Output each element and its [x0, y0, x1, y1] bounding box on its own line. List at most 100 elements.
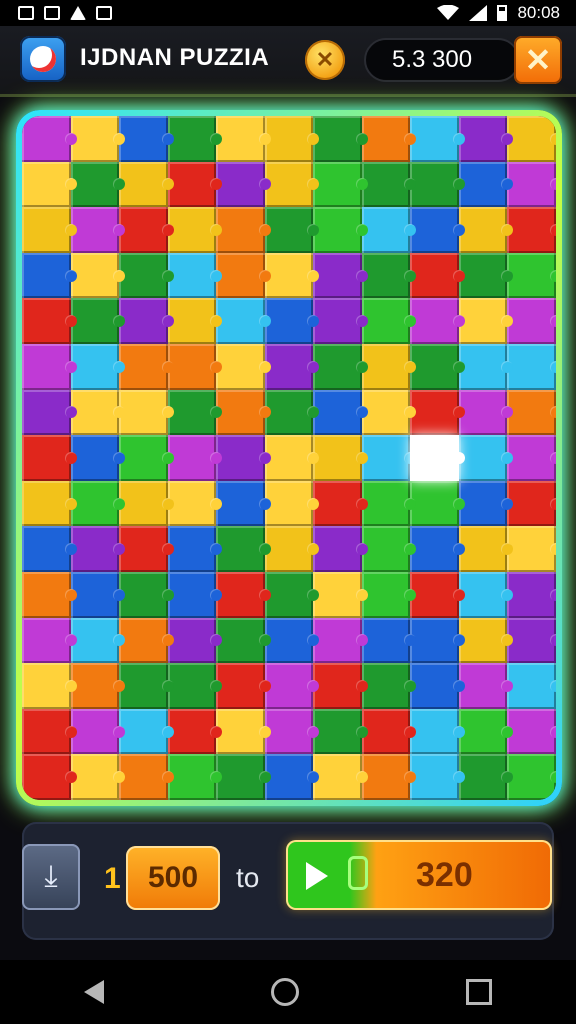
puzzle-piece[interactable]	[70, 298, 125, 344]
puzzle-piece[interactable]	[167, 343, 222, 390]
puzzle-piece[interactable]	[507, 526, 556, 572]
puzzle-piece[interactable]	[313, 708, 368, 755]
puzzle-piece[interactable]	[119, 116, 174, 162]
puzzle-piece[interactable]	[507, 343, 556, 390]
puzzle-piece[interactable]	[361, 617, 416, 664]
puzzle-piece[interactable]	[410, 663, 465, 709]
puzzle-piece[interactable]	[313, 571, 368, 618]
puzzle-piece[interactable]	[458, 571, 513, 618]
puzzle-piece[interactable]	[264, 663, 319, 709]
puzzle-piece[interactable]	[22, 435, 77, 481]
puzzle-piece[interactable]	[264, 207, 319, 253]
puzzle-piece[interactable]	[167, 708, 222, 755]
puzzle-piece[interactable]	[361, 526, 416, 572]
puzzle-piece[interactable]	[507, 435, 556, 481]
puzzle-piece[interactable]	[507, 207, 556, 253]
play-button[interactable]: 320	[286, 840, 552, 910]
puzzle-piece[interactable]	[361, 571, 416, 618]
puzzle-piece[interactable]	[216, 663, 271, 709]
puzzle-piece[interactable]	[361, 161, 416, 208]
puzzle-piece[interactable]	[458, 754, 513, 800]
puzzle-piece[interactable]	[507, 161, 556, 208]
puzzle-piece[interactable]	[458, 298, 513, 344]
puzzle-piece[interactable]	[22, 298, 77, 344]
puzzle-piece[interactable]	[458, 252, 513, 299]
puzzle-piece[interactable]	[458, 389, 513, 436]
puzzle-piece[interactable]	[313, 480, 368, 527]
puzzle-piece[interactable]	[458, 617, 513, 664]
puzzle-piece[interactable]	[167, 571, 222, 618]
puzzle-piece[interactable]	[216, 298, 271, 344]
puzzle-piece[interactable]	[216, 754, 271, 800]
puzzle-piece[interactable]	[458, 526, 513, 572]
puzzle-piece[interactable]	[361, 708, 416, 755]
close-button[interactable]: ✕	[514, 36, 562, 84]
puzzle-piece[interactable]	[119, 754, 174, 800]
puzzle-piece[interactable]	[167, 298, 222, 344]
puzzle-piece[interactable]	[70, 161, 125, 208]
puzzle-piece[interactable]	[70, 571, 125, 618]
puzzle-piece[interactable]	[410, 435, 465, 481]
puzzle-piece[interactable]	[264, 252, 319, 299]
puzzle-piece[interactable]	[119, 252, 174, 299]
puzzle-piece[interactable]	[70, 435, 125, 481]
puzzle-piece[interactable]	[167, 663, 222, 709]
puzzle-piece[interactable]	[119, 617, 174, 664]
puzzle-piece[interactable]	[167, 617, 222, 664]
puzzle-piece[interactable]	[216, 617, 271, 664]
puzzle-piece[interactable]	[70, 480, 125, 527]
puzzle-board[interactable]	[22, 116, 556, 800]
puzzle-piece[interactable]	[458, 435, 513, 481]
puzzle-piece[interactable]	[361, 116, 416, 162]
puzzle-piece[interactable]	[410, 480, 465, 527]
puzzle-piece[interactable]	[507, 754, 556, 800]
puzzle-piece[interactable]	[22, 480, 77, 527]
puzzle-piece[interactable]	[264, 435, 319, 481]
puzzle-piece[interactable]	[507, 116, 556, 162]
puzzle-piece[interactable]	[167, 116, 222, 162]
puzzle-piece[interactable]	[264, 754, 319, 800]
puzzle-piece[interactable]	[22, 389, 77, 436]
coin-icon[interactable]: ✕	[305, 40, 345, 80]
puzzle-piece[interactable]	[410, 161, 465, 208]
puzzle-piece[interactable]	[119, 435, 174, 481]
puzzle-piece[interactable]	[70, 252, 125, 299]
puzzle-piece[interactable]	[119, 161, 174, 208]
puzzle-piece[interactable]	[507, 389, 556, 436]
puzzle-piece[interactable]	[22, 708, 77, 755]
hint-button[interactable]: ⤓	[22, 844, 80, 910]
puzzle-piece[interactable]	[313, 298, 368, 344]
puzzle-piece[interactable]	[167, 207, 222, 253]
puzzle-piece[interactable]	[167, 252, 222, 299]
puzzle-piece[interactable]	[361, 435, 416, 481]
puzzle-piece[interactable]	[507, 252, 556, 299]
puzzle-piece[interactable]	[70, 526, 125, 572]
app-logo-icon[interactable]	[20, 36, 66, 82]
puzzle-piece[interactable]	[458, 343, 513, 390]
puzzle-piece[interactable]	[70, 116, 125, 162]
puzzle-piece[interactable]	[507, 663, 556, 709]
puzzle-piece[interactable]	[216, 343, 271, 390]
puzzle-piece[interactable]	[361, 343, 416, 390]
cost-button[interactable]: 500	[126, 846, 220, 910]
puzzle-piece[interactable]	[507, 571, 556, 618]
puzzle-piece[interactable]	[70, 754, 125, 800]
puzzle-piece[interactable]	[167, 480, 222, 527]
puzzle-piece[interactable]	[361, 754, 416, 800]
puzzle-piece[interactable]	[119, 571, 174, 618]
puzzle-piece[interactable]	[22, 571, 77, 618]
puzzle-piece[interactable]	[216, 161, 271, 208]
puzzle-piece[interactable]	[410, 207, 465, 253]
puzzle-piece[interactable]	[216, 207, 271, 253]
puzzle-piece[interactable]	[264, 617, 319, 664]
puzzle-piece[interactable]	[167, 161, 222, 208]
puzzle-piece[interactable]	[22, 252, 77, 299]
puzzle-piece[interactable]	[119, 526, 174, 572]
puzzle-piece[interactable]	[313, 526, 368, 572]
puzzle-piece[interactable]	[119, 207, 174, 253]
puzzle-piece[interactable]	[361, 298, 416, 344]
puzzle-piece[interactable]	[361, 389, 416, 436]
puzzle-piece[interactable]	[410, 571, 465, 618]
puzzle-piece[interactable]	[264, 571, 319, 618]
puzzle-piece[interactable]	[313, 389, 368, 436]
